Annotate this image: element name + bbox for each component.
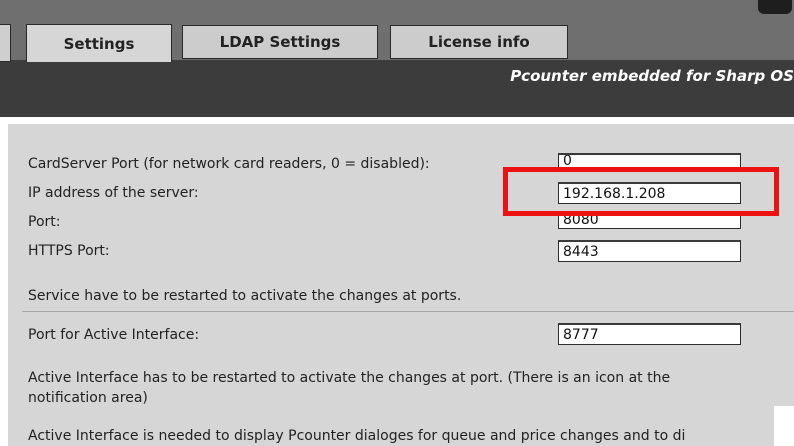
https-port-input[interactable] — [558, 240, 741, 262]
tab-license-info[interactable]: License info — [390, 25, 568, 59]
port-label: Port: — [28, 214, 61, 230]
active-interface-port-label: Port for Active Interface: — [28, 327, 200, 343]
active-interface-port-input[interactable] — [558, 323, 741, 345]
product-subtitle: Pcounter embedded for Sharp OS — [510, 67, 794, 85]
highlight-box — [503, 167, 779, 216]
tab-ldap-settings[interactable]: LDAP Settings — [182, 25, 378, 59]
ai-restart-note-line1: Active Interface has to be restarted to … — [28, 370, 671, 386]
cardserver-port-label: CardServer Port (for network card reader… — [28, 156, 430, 172]
tab-previous-partial[interactable] — [0, 24, 11, 62]
https-port-label: HTTPS Port: — [28, 243, 110, 259]
service-restart-note: Service have to be restarted to activate… — [28, 288, 462, 304]
page-corner — [774, 406, 794, 446]
app-header: Settings LDAP Settings License info Pcou… — [0, 0, 794, 117]
ai-restart-note-line2: notification area) — [28, 390, 148, 406]
ip-address-label: IP address of the server: — [28, 185, 199, 201]
tab-settings[interactable]: Settings — [26, 24, 172, 62]
brand-icon — [758, 0, 792, 14]
ai-needed-note: Active Interface is needed to display Pc… — [28, 428, 686, 444]
section-divider — [22, 311, 794, 312]
